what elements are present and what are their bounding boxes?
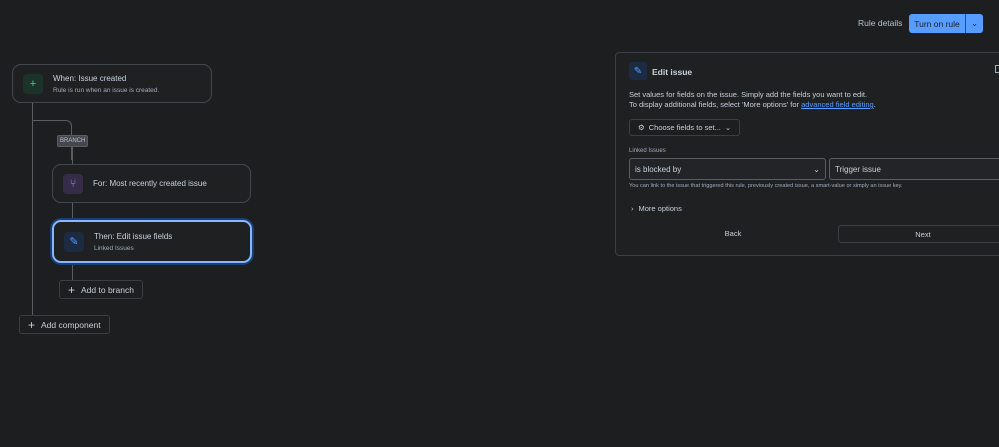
choose-fields-button[interactable]: ⚙ Choose fields to set... ⌄ (629, 119, 741, 136)
more-options-label: More options (638, 204, 682, 213)
chevron-down-icon: ⌄ (724, 123, 732, 132)
for-title: For: Most recently created issue (93, 179, 207, 188)
panel-desc-end: . (873, 100, 876, 109)
advanced-field-editing-link[interactable]: advanced field editing (801, 100, 874, 109)
back-label: Back (724, 229, 742, 238)
issue-value: Trigger issue (835, 164, 881, 174)
branch-line (72, 140, 73, 290)
trigger-subtitle: Rule is run when an issue is created. (53, 86, 160, 94)
edit-issue-panel: ✎ Edit issue Set values for fields on th… (615, 52, 999, 256)
add-to-branch-button[interactable]: + Add to branch (59, 280, 143, 299)
next-label: Next (915, 229, 931, 239)
chevron-down-icon[interactable]: ⌄ (965, 14, 983, 33)
panel-desc-2: To display additional fields, select 'Mo… (629, 100, 802, 109)
panel-desc-1: Set values for fields on the issue. Simp… (629, 90, 868, 99)
branch-icon: ⑂ (63, 173, 83, 194)
edit-icon: ✎ (629, 62, 647, 80)
trigger-node[interactable]: + When: Issue created Rule is run when a… (12, 64, 212, 103)
then-subtitle: Linked Issues (94, 244, 134, 252)
branch-tag: BRANCH (57, 135, 89, 147)
more-options-toggle[interactable]: › More options (631, 204, 682, 213)
choose-fields-label: Choose fields to set... (648, 123, 721, 132)
edit-icon: ✎ (64, 231, 84, 252)
for-node[interactable]: ⑂ For: Most recently created issue (52, 164, 251, 203)
next-button[interactable]: Next (838, 225, 999, 243)
then-node[interactable]: ✎ Then: Edit issue fields Linked Issues (52, 220, 252, 263)
expand-icon[interactable] (995, 65, 999, 73)
plus-icon: + (68, 282, 76, 297)
link-type-select[interactable]: is blocked by ⌄ (629, 158, 826, 180)
add-component-label: Add component (41, 319, 101, 330)
gear-icon: ⚙ (638, 123, 645, 132)
turn-on-rule-button[interactable]: Turn on rule ⌄ (909, 14, 983, 33)
trigger-title: When: Issue created (53, 73, 127, 83)
plus-icon: + (28, 317, 36, 332)
rule-details-link[interactable]: Rule details (858, 18, 902, 28)
issue-input[interactable]: Trigger issue (829, 158, 999, 180)
chevron-down-icon: ⌄ (813, 164, 820, 174)
linked-issues-label: Linked Issues (629, 148, 666, 154)
back-button[interactable]: Back (629, 225, 837, 242)
link-type-value: is blocked by (635, 164, 682, 174)
add-component-button[interactable]: + Add component (19, 315, 110, 334)
help-text: You can link to the issue that triggered… (629, 183, 903, 189)
add-to-branch-label: Add to branch (81, 284, 134, 295)
then-title: Then: Edit issue fields (94, 231, 173, 241)
turn-on-rule-label[interactable]: Turn on rule (909, 14, 965, 33)
plus-icon: + (23, 73, 43, 94)
panel-title: Edit issue (652, 67, 693, 77)
chevron-right-icon: › (631, 204, 634, 213)
